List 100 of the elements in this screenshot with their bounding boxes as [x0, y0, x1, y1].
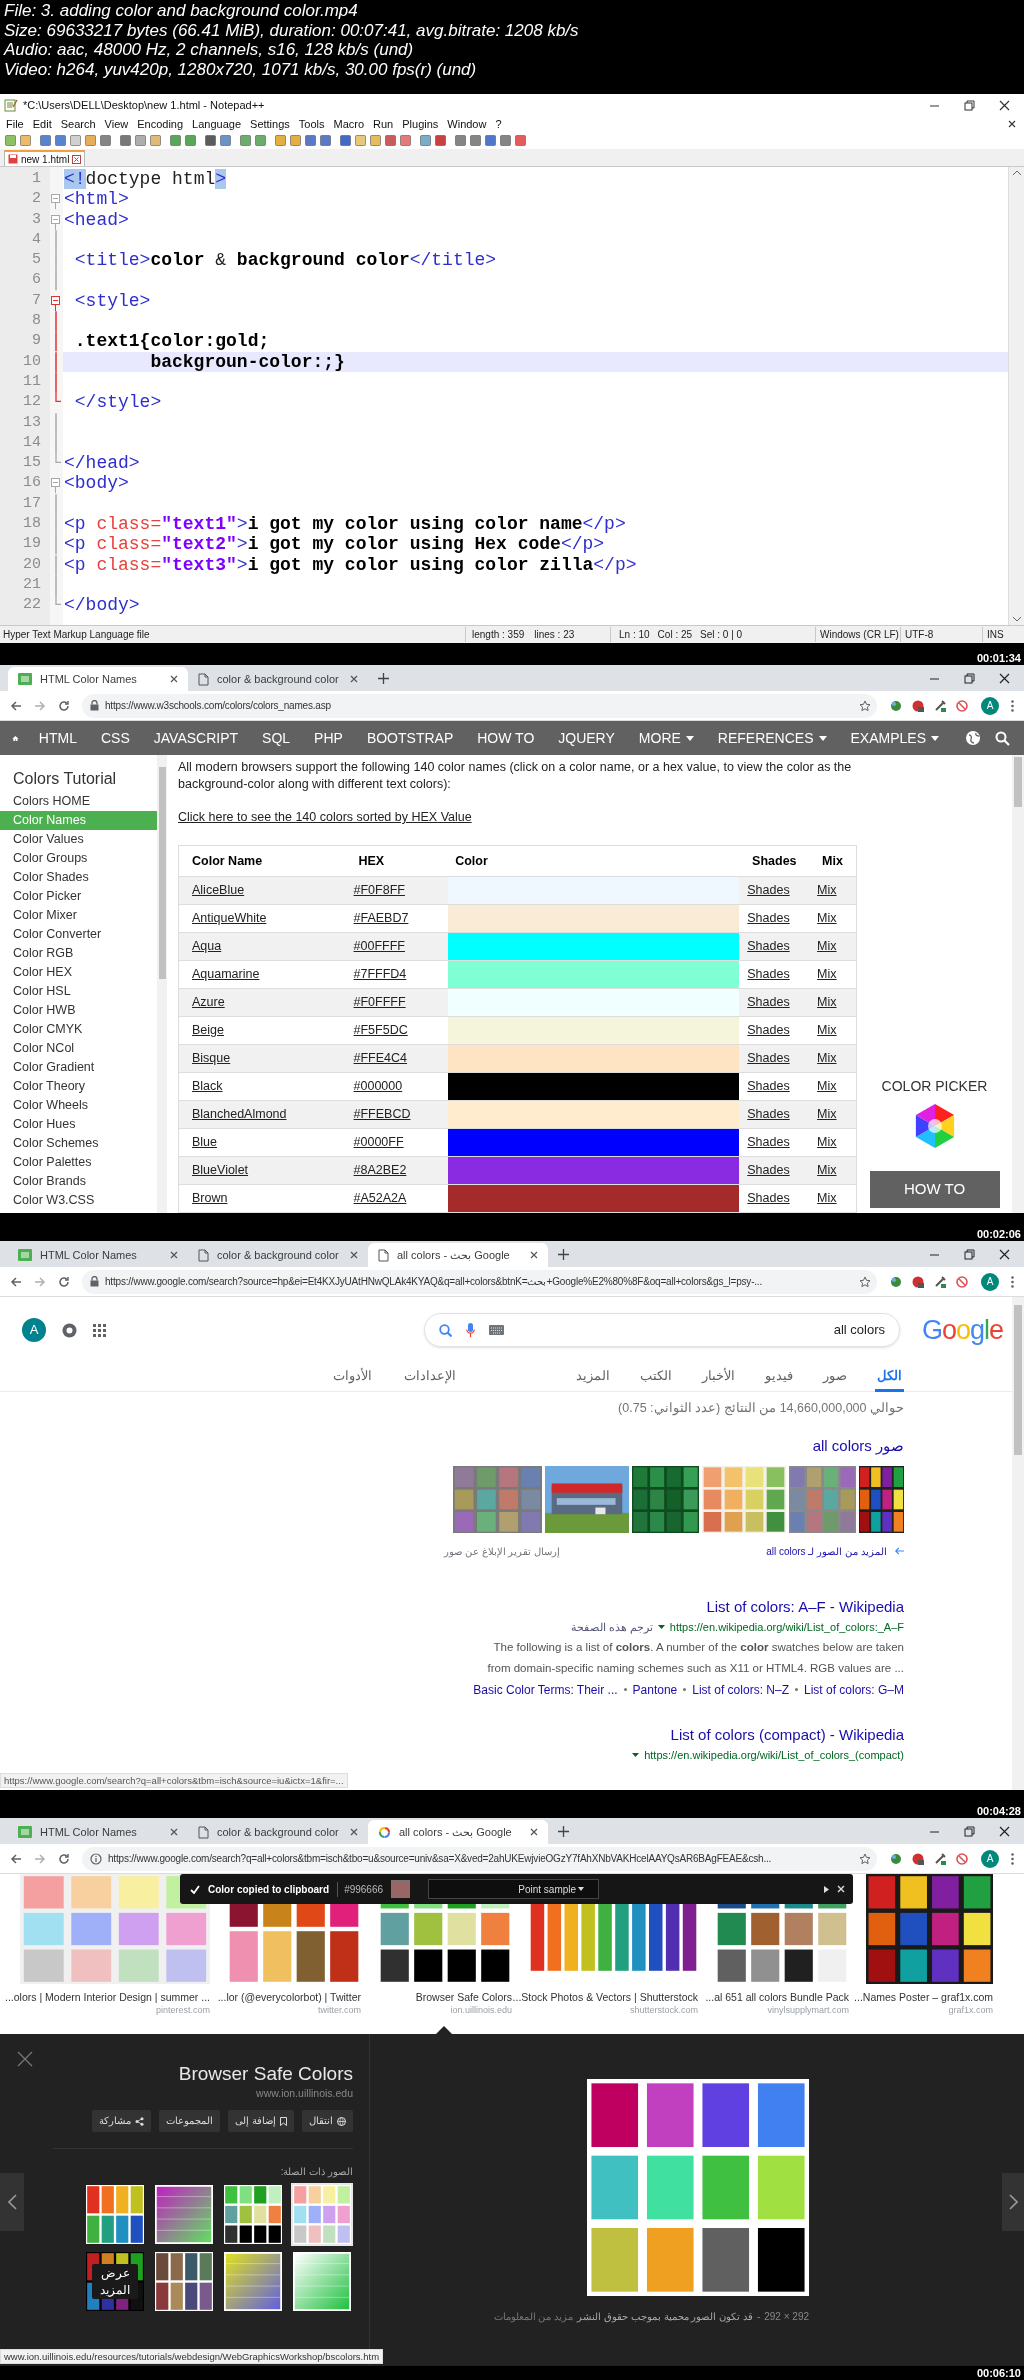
mix-link[interactable]: Mix — [817, 1021, 837, 1040]
sidebar-link[interactable]: Color Converter — [0, 925, 157, 944]
address-bar[interactable]: https://www.w3schools.com/colors/colors_names.asp — [82, 693, 877, 718]
extension-icon[interactable] — [933, 698, 947, 713]
action-button[interactable]: انتقال — [302, 2110, 353, 2132]
related-image-thumbnail[interactable] — [291, 2183, 353, 2246]
notifications-icon[interactable] — [62, 1322, 77, 1338]
extension-icon[interactable] — [889, 1274, 903, 1289]
menu-item[interactable]: View — [104, 115, 129, 133]
shades-link[interactable]: Shades — [747, 993, 790, 1012]
restore-icon[interactable] — [964, 672, 975, 684]
nav-link[interactable]: JQUERY — [546, 727, 627, 749]
action-button[interactable]: إضافة إلى — [228, 2110, 294, 2132]
search-tab[interactable]: الأخبار — [700, 1363, 737, 1392]
sitelink[interactable]: List of colors: N–Z — [692, 1680, 789, 1699]
sidebar-link[interactable]: Colors HOME — [0, 792, 157, 811]
related-image-thumbnail[interactable]: عرض المزيد — [84, 2250, 146, 2313]
close-icon[interactable] — [170, 1828, 178, 1836]
images-heading-link[interactable]: صور all colors — [812, 1436, 904, 1456]
reload-icon[interactable] — [58, 1852, 70, 1865]
globe-icon[interactable] — [965, 730, 981, 746]
sidebar-link[interactable]: Color Picker — [0, 887, 157, 906]
profile-avatar[interactable]: A — [981, 696, 999, 715]
menu-item[interactable]: Encoding — [137, 115, 184, 133]
restore-icon[interactable] — [964, 99, 975, 111]
menu-item[interactable]: Settings — [250, 115, 290, 133]
color-name-link[interactable]: BlanchedAlmond — [192, 1105, 287, 1124]
extension-icon[interactable] — [911, 1274, 925, 1289]
sort-link[interactable]: Click here to see the 140 colors sorted by HEX Value — [178, 810, 472, 824]
back-icon[interactable] — [10, 699, 22, 712]
play-icon[interactable] — [824, 1885, 829, 1893]
hex-link[interactable]: #F0FFFF — [353, 993, 406, 1012]
nav-link[interactable]: SQL — [250, 727, 303, 749]
toolbar-icon[interactable] — [399, 134, 412, 147]
menu-item[interactable]: Tools — [298, 115, 325, 133]
related-image-thumbnail[interactable] — [222, 2183, 284, 2246]
report-link[interactable]: إرسال تقرير الإبلاغ عن صور — [444, 1543, 561, 1559]
mix-link[interactable]: Mix — [817, 1133, 837, 1152]
mix-link[interactable]: Mix — [817, 1189, 837, 1208]
toolbar-icon[interactable] — [239, 134, 252, 147]
star-icon[interactable] — [859, 699, 871, 712]
related-image-thumbnail[interactable] — [291, 2250, 353, 2313]
toolbar-icon[interactable] — [369, 134, 382, 147]
sidebar-link[interactable]: Color CMYK — [0, 1020, 157, 1039]
reload-icon[interactable] — [58, 699, 70, 712]
close-icon[interactable] — [530, 1251, 538, 1259]
menu-icon[interactable] — [1011, 1852, 1014, 1865]
sidebar-link[interactable]: Color HWB — [0, 1001, 157, 1020]
hex-link[interactable]: #A52A2A — [353, 1189, 407, 1208]
extension-icon[interactable] — [889, 1851, 903, 1866]
close-icon[interactable] — [170, 1251, 178, 1259]
browser-tab[interactable]: all colors - بحث Google — [368, 1243, 548, 1267]
scrollbar[interactable] — [1008, 167, 1024, 625]
nav-link[interactable]: REFERENCES — [705, 727, 839, 749]
sidebar-link[interactable]: Color Schemes — [0, 1134, 157, 1153]
shades-link[interactable]: Shades — [747, 1105, 790, 1124]
extension-icon[interactable] — [955, 1274, 969, 1289]
menu-item[interactable]: ? — [495, 115, 502, 133]
menu-item[interactable]: Run — [373, 115, 394, 133]
more-images-link[interactable]: المزيد من الصور لـ all colors — [766, 1543, 887, 1559]
menu-item[interactable]: Window — [447, 115, 487, 133]
nav-link[interactable]: HOW TO — [465, 727, 547, 749]
menu-item[interactable]: Search — [60, 115, 96, 133]
sidebar-link[interactable]: Color HEX — [0, 963, 157, 982]
address-bar[interactable]: https://www.google.com/search?q=all+colors&tbm=isch&tbo=u&source=univ&sa=X&ved=2ahUKEwjvieOGzY7fAhXNbVAKHcelAAYQsAR6BAgFEAE&csh... — [82, 1846, 877, 1871]
toolbar-icon[interactable] — [339, 134, 352, 147]
caret-icon[interactable] — [632, 1753, 640, 1757]
reload-icon[interactable] — [58, 1275, 70, 1288]
close-icon[interactable] — [999, 99, 1010, 111]
nav-link[interactable]: JAVASCRIPT — [141, 727, 251, 749]
toolbar-icon[interactable] — [514, 134, 527, 147]
nav-link[interactable]: MORE — [626, 727, 706, 749]
profile-avatar[interactable]: A — [981, 1272, 999, 1291]
sidebar-link[interactable]: Color Wheels — [0, 1096, 157, 1115]
scroll-down-icon[interactable] — [1012, 617, 1021, 622]
search-tab[interactable]: المزيد — [574, 1363, 612, 1392]
hex-link[interactable]: #F5F5DC — [353, 1021, 408, 1040]
shades-link[interactable]: Shades — [747, 881, 790, 900]
sitelink[interactable]: List of colors: G–M — [803, 1680, 904, 1699]
toolbar-icon[interactable] — [184, 134, 197, 147]
search-icon[interactable] — [995, 730, 1010, 746]
extension-icon[interactable] — [889, 698, 903, 713]
mix-link[interactable]: Mix — [817, 993, 837, 1012]
color-name-link[interactable]: BlueViolet — [192, 1161, 249, 1180]
new-tab-icon[interactable] — [558, 1248, 569, 1260]
new-tab-icon[interactable] — [378, 672, 389, 684]
toolbar-icon[interactable] — [69, 134, 82, 147]
file-tab[interactable]: new 1.html — [4, 150, 86, 166]
toolbar-icon[interactable] — [419, 134, 432, 147]
hex-link[interactable]: #FFE4C4 — [353, 1049, 408, 1068]
menu-icon[interactable] — [1011, 699, 1014, 712]
previous-button[interactable] — [0, 2173, 24, 2231]
result-title-link[interactable]: List of colors: A–F - Wikipedia — [706, 1597, 904, 1617]
extension-icon[interactable] — [955, 698, 969, 713]
toolbar-icon[interactable] — [274, 134, 287, 147]
caret-icon[interactable] — [657, 1625, 665, 1629]
toolbar-icon[interactable] — [204, 134, 217, 147]
new-tab-icon[interactable] — [558, 1825, 569, 1837]
color-name-link[interactable]: Brown — [192, 1189, 228, 1208]
menu-item[interactable]: Edit — [32, 115, 52, 133]
